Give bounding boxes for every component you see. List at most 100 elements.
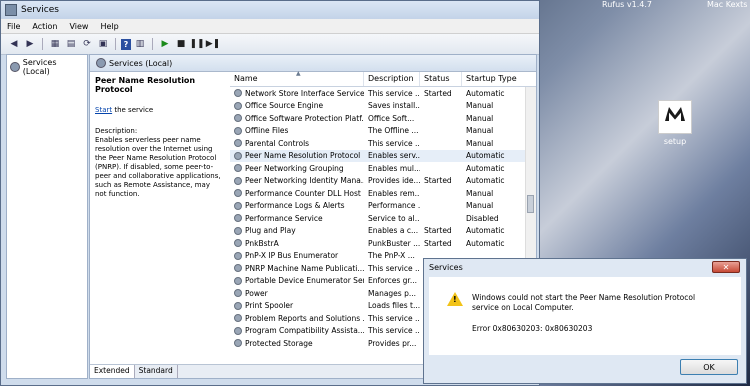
error-dialog: Services ✕ ! Windows could not start the… [423,258,747,384]
cell-description: Performance ... [368,201,420,211]
service-gear-icon [234,89,242,98]
table-row[interactable]: PnkBstrA PunkBuster ... Started Automatic [230,237,526,250]
table-row[interactable]: Peer Name Resolution Protocol Enables ser… [230,149,526,162]
cell-name: Program Compatibility Assista... [230,326,364,335]
service-gear-icon [234,251,242,260]
cell-description: Loads files t... [368,301,420,311]
table-row[interactable]: Performance Counter DLL Host Enables rem.… [230,187,526,200]
gear-icon [10,62,20,72]
cell-name: Protected Storage [230,339,364,348]
tab-standard[interactable]: Standard [135,365,178,378]
start-line: Start the service [95,106,223,115]
desktop-setup-icon[interactable]: setup [650,100,700,146]
cell-description: Office Soft... [368,113,415,123]
show-hide-tree-icon[interactable]: ▦ [48,37,62,51]
column-startup-type[interactable]: Startup Type [462,72,522,86]
service-name: Program Compatibility Assista... [245,326,364,336]
menu-help[interactable]: Help [94,22,124,31]
service-name: Power [245,288,268,298]
service-name: PNRP Machine Name Publicati... [245,263,364,273]
desktop-setup-label: setup [663,137,687,146]
desktop-rufus-label[interactable]: Rufus v1.4.7 [602,0,652,9]
cell-description: Enables serv... [368,151,420,161]
start-service-link[interactable]: Start [95,106,112,114]
table-row[interactable]: Performance Logs & Alerts Performance ...… [230,200,526,213]
cell-startup-type: Automatic [466,151,505,161]
service-name: Peer Networking Grouping [245,163,344,173]
forward-arrow-icon[interactable]: ▶ [23,37,37,51]
properties-icon[interactable]: ▤ [64,37,78,51]
cell-startup-type: Manual [466,113,494,123]
service-gear-icon [234,201,242,210]
toolbar-separator [152,38,153,50]
list-header: ▲ Name Description Status Startup Type [230,70,536,87]
help-icon[interactable]: ? [121,38,131,50]
column-description[interactable]: Description [364,72,420,86]
service-name: Plug and Play [245,226,296,236]
cell-name: PnP-X IP Bus Enumerator [230,251,364,260]
menu-file[interactable]: File [1,22,26,31]
main-pane-title: Services (Local) [109,58,173,68]
service-name: Parental Controls [245,138,310,148]
table-row[interactable]: Parental Controls This service ... Manual [230,137,526,150]
column-status[interactable]: Status [420,72,462,86]
cell-name: Peer Networking Grouping [230,164,364,173]
service-gear-icon [234,101,242,110]
cell-description: PunkBuster ... [368,238,420,248]
refresh-icon[interactable]: ⟳ [80,37,94,51]
service-gear-icon [234,289,242,298]
menu-view[interactable]: View [63,22,94,31]
table-row[interactable]: Offline Files The Offline ... Manual [230,125,526,138]
table-row[interactable]: Office Software Protection Platf... Offic… [230,112,526,125]
cell-description: Enables mul... [368,163,420,173]
menu-action[interactable]: Action [26,22,63,31]
stop-service-icon[interactable]: ■ [174,37,188,51]
table-row[interactable]: Peer Networking Identity Mana... Provides… [230,175,526,188]
back-arrow-icon[interactable]: ◀ [7,37,21,51]
service-name: Peer Networking Identity Mana... [245,176,364,186]
scrollbar-thumb[interactable] [527,195,534,213]
setup-app-icon [658,100,692,134]
table-row[interactable]: Office Source Engine Saves install... Manu… [230,100,526,113]
cell-name: Office Source Engine [230,101,364,110]
window-titlebar[interactable]: Services [1,1,539,19]
restart-service-icon[interactable]: ▶❚ [206,37,220,51]
table-row[interactable]: Plug and Play Enables a c... Started Automa… [230,225,526,238]
dialog-message: Windows could not start the Peer Name Re… [472,293,696,312]
cell-name: Performance Counter DLL Host [230,189,364,198]
start-service-icon[interactable]: ▶ [158,37,172,51]
service-gear-icon [234,239,242,248]
cell-description: This service ... [368,263,420,273]
pause-service-icon[interactable]: ❚❚ [189,37,204,51]
window-title: Services [21,5,59,15]
table-row[interactable]: Performance Service Service to al... Disab… [230,212,526,225]
console-icon[interactable]: ▥ [133,37,147,51]
service-gear-icon [234,339,242,348]
service-name: PnP-X IP Bus Enumerator [245,251,339,261]
service-name: Office Software Protection Platf... [245,113,364,123]
service-name: Offline Files [245,126,289,136]
export-list-icon[interactable]: ▣ [96,37,110,51]
desktop-kexts-label[interactable]: Mac Kexts [707,0,747,9]
tab-extended[interactable]: Extended [90,365,135,378]
tree-item-label: Services (Local) [22,58,57,76]
service-gear-icon [234,214,242,223]
cell-name: Print Spooler [230,301,364,310]
table-row[interactable]: Network Store Interface Service This serv… [230,87,526,100]
cell-description: The PnP-X ... [368,251,415,261]
ok-button[interactable]: OK [680,359,738,375]
warning-icon: ! [447,292,463,306]
tree-item-services-local[interactable]: Services (Local) [7,55,87,79]
cell-name: Plug and Play [230,226,364,235]
dialog-title[interactable]: Services [424,259,746,275]
cell-name: Power [230,289,364,298]
service-gear-icon [234,176,242,185]
service-gear-icon [234,126,242,135]
cell-description: This service ... [368,326,420,336]
dialog-body: ! Windows could not start the Peer Name … [429,277,741,355]
cell-description: Provides ide... [368,176,420,186]
table-row[interactable]: Peer Networking Grouping Enables mul... Au… [230,162,526,175]
close-icon[interactable]: ✕ [712,261,740,273]
service-gear-icon [234,314,242,323]
cell-description: Provides pr... [368,338,417,348]
